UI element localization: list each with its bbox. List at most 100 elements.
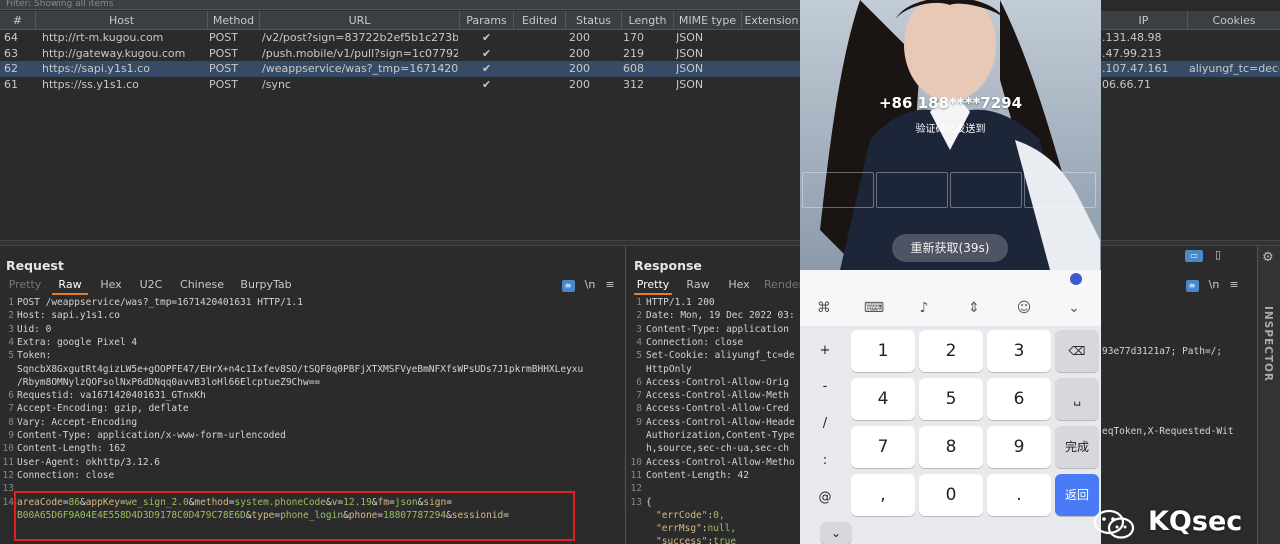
line-number: 2 <box>8 310 14 322</box>
col-params[interactable]: Params <box>460 11 514 30</box>
tab-pretty[interactable]: Pretty <box>6 277 44 295</box>
col-num[interactable]: # <box>0 11 36 30</box>
wrap-lines-icon[interactable]: ≡ <box>560 277 576 295</box>
layout-toggle: ▭ ▯ <box>1184 247 1244 265</box>
col-ip[interactable]: IP <box>1100 11 1188 30</box>
code-digit-box[interactable] <box>802 172 874 208</box>
cell-ip: .47.99.213 <box>1102 46 1162 60</box>
key-slash[interactable]: / <box>803 403 847 445</box>
tab-burpytab[interactable]: BurpyTab <box>236 277 296 295</box>
col-method[interactable]: Method <box>208 11 260 30</box>
param-value: 86 <box>68 496 80 508</box>
line-number: 9 <box>636 416 642 428</box>
request-editor[interactable]: 1 POST /weappservice/was?_tmp=16714204016… <box>0 296 625 544</box>
wrap-lines-icon[interactable]: ≡ <box>1184 277 1200 295</box>
space-key[interactable]: ␣ <box>1055 378 1099 420</box>
microphone-icon[interactable]: ♪ <box>912 296 936 320</box>
collapse-keyboard-icon[interactable]: ⌄ <box>820 522 852 544</box>
settings-gear-icon[interactable]: ⚙ <box>1262 250 1274 265</box>
json-key: "errMsg" <box>656 523 702 535</box>
tab-render[interactable]: Render <box>764 277 803 295</box>
cursor-move-icon[interactable]: ⇕ <box>962 296 986 320</box>
key-1[interactable]: 1 <box>851 330 915 372</box>
code-digit-box[interactable] <box>1024 172 1096 208</box>
col-edited[interactable]: Edited <box>514 11 566 30</box>
tab-hex[interactable]: Hex <box>724 277 754 295</box>
filter-text: Filter: Showing all items <box>6 0 114 9</box>
newline-icon[interactable]: \n <box>1206 277 1222 295</box>
line-number: 4 <box>8 336 14 348</box>
backspace-key[interactable]: ⌫ <box>1055 330 1099 372</box>
key-colon[interactable]: : <box>803 440 847 482</box>
col-status[interactable]: Status <box>566 11 622 30</box>
json-key: "success" <box>656 536 708 544</box>
tab-raw[interactable]: Raw <box>52 277 88 295</box>
response-line: Authorization,Content-Type <box>646 430 795 441</box>
line-number: 6 <box>636 376 642 388</box>
keyboard-icon[interactable]: ⌨ <box>862 296 886 320</box>
cell-ip: .131.48.98 <box>1102 31 1162 44</box>
menu-icon[interactable]: ≡ <box>602 277 618 295</box>
code-digit-box[interactable] <box>876 172 948 208</box>
tab-raw[interactable]: Raw <box>682 277 714 295</box>
request-tab-icons: ≡ \n ≡ <box>560 277 620 295</box>
col-extension[interactable]: Extension <box>742 11 802 30</box>
key-minus[interactable]: - <box>803 366 847 408</box>
menu-icon[interactable]: ≡ <box>1226 277 1242 295</box>
request-line: Requestid: va1671420401631_GTnxKh <box>17 390 206 402</box>
key-6[interactable]: 6 <box>987 378 1051 420</box>
layout-vertical-icon[interactable]: ▯ <box>1208 247 1228 265</box>
key-7[interactable]: 7 <box>851 426 915 468</box>
key-5[interactable]: 5 <box>919 378 983 420</box>
cell-length: 312 <box>623 77 644 91</box>
request-line: Host: sapi.y1s1.co <box>17 310 120 322</box>
key-at[interactable]: @ <box>803 477 847 519</box>
key-period[interactable]: . <box>987 474 1051 516</box>
response-line: Access-Control-Allow-Metho <box>646 456 795 468</box>
key-0[interactable]: 0 <box>919 474 983 516</box>
cell-method: POST <box>209 77 238 91</box>
cell-num: 61 <box>4 77 18 91</box>
line-number: 12 <box>2 469 14 481</box>
response-line: Access-Control-Allow-Heade <box>646 416 795 428</box>
background-photo: +86 188****7294 验证码已发送到 重新获取(39s) <box>800 0 1101 270</box>
col-url[interactable]: URL <box>260 11 460 30</box>
cell-url: /weappservice/was?_tmp=16714204... <box>262 62 458 75</box>
json-key: "errCode" <box>656 509 708 521</box>
request-line: Token: <box>17 350 52 362</box>
col-host[interactable]: Host <box>36 11 208 30</box>
cell-host: http://rt-m.kugou.com <box>42 31 164 44</box>
voice-assistant-icon[interactable] <box>1070 273 1082 285</box>
layout-horizontal-icon[interactable]: ▭ <box>1184 247 1204 265</box>
done-key[interactable]: 完成 <box>1055 426 1099 468</box>
inspector-sidebar[interactable]: ⚙ INSPECTOR <box>1257 246 1280 544</box>
col-length[interactable]: Length <box>622 11 674 30</box>
keyboard-toolbar: ⌘ ⌨ ♪ ⇕ ☺ ⌄ <box>800 290 1101 326</box>
filter-bar[interactable]: Filter: Showing all items <box>0 0 800 10</box>
request-line: Extra: google Pixel 4 <box>17 336 138 348</box>
cell-method: POST <box>209 62 238 75</box>
tab-pretty[interactable]: Pretty <box>634 277 672 295</box>
request-line: Accept-Encoding: gzip, deflate <box>17 403 189 415</box>
key-8[interactable]: 8 <box>919 426 983 468</box>
key-comma[interactable]: , <box>851 474 915 516</box>
col-cookies[interactable]: Cookies <box>1188 11 1280 30</box>
key-4[interactable]: 4 <box>851 378 915 420</box>
cell-method: POST <box>209 46 238 60</box>
newline-icon[interactable]: \n <box>582 277 598 295</box>
line-number: 11 <box>630 469 642 481</box>
chevron-down-icon[interactable]: ⌄ <box>1062 296 1086 320</box>
code-digit-box[interactable] <box>950 172 1022 208</box>
tab-hex[interactable]: Hex <box>96 277 126 295</box>
key-2[interactable]: 2 <box>919 330 983 372</box>
emoji-icon[interactable]: ☺ <box>1012 296 1036 320</box>
request-body-line-1: areaCode=86&appKey=we_sign_2.0&method=sy… <box>17 496 452 508</box>
keyboard-layout-icon[interactable]: ⌘ <box>812 296 836 320</box>
tab-u2c[interactable]: U2C <box>134 277 168 295</box>
key-3[interactable]: 3 <box>987 330 1051 372</box>
key-9[interactable]: 9 <box>987 426 1051 468</box>
col-mime[interactable]: MIME type <box>674 11 742 30</box>
resend-button[interactable]: 重新获取(39s) <box>892 234 1008 262</box>
tab-chinese[interactable]: Chinese <box>176 277 228 295</box>
line-number: 14 <box>2 496 14 508</box>
